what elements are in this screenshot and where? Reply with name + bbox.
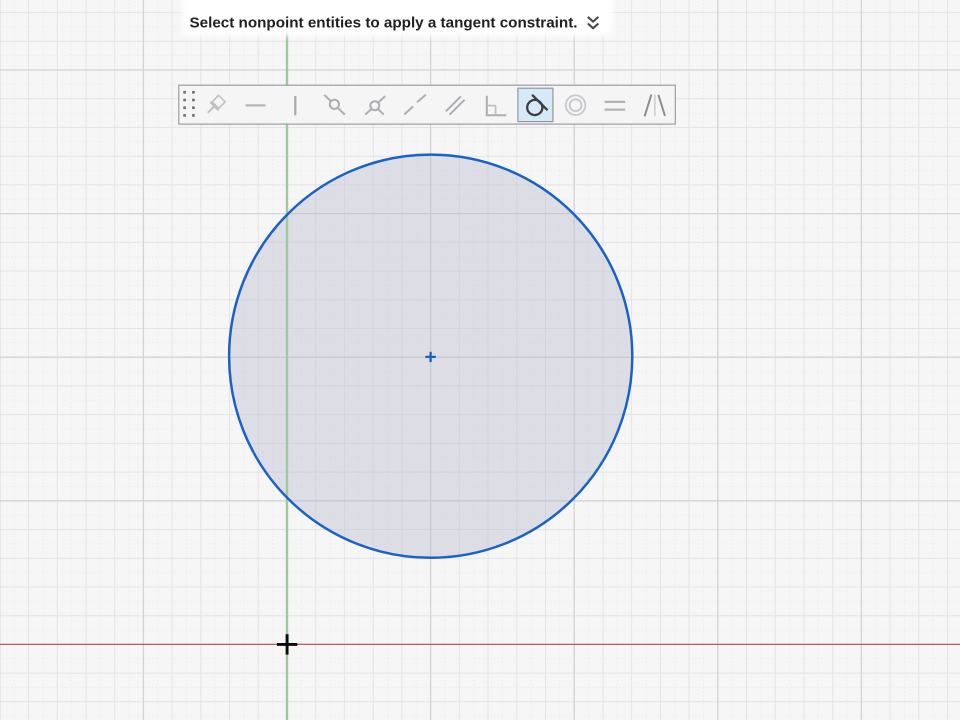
svg-text:Select nonpoint entities to ap: Select nonpoint entities to apply a tang…: [190, 16, 578, 32]
